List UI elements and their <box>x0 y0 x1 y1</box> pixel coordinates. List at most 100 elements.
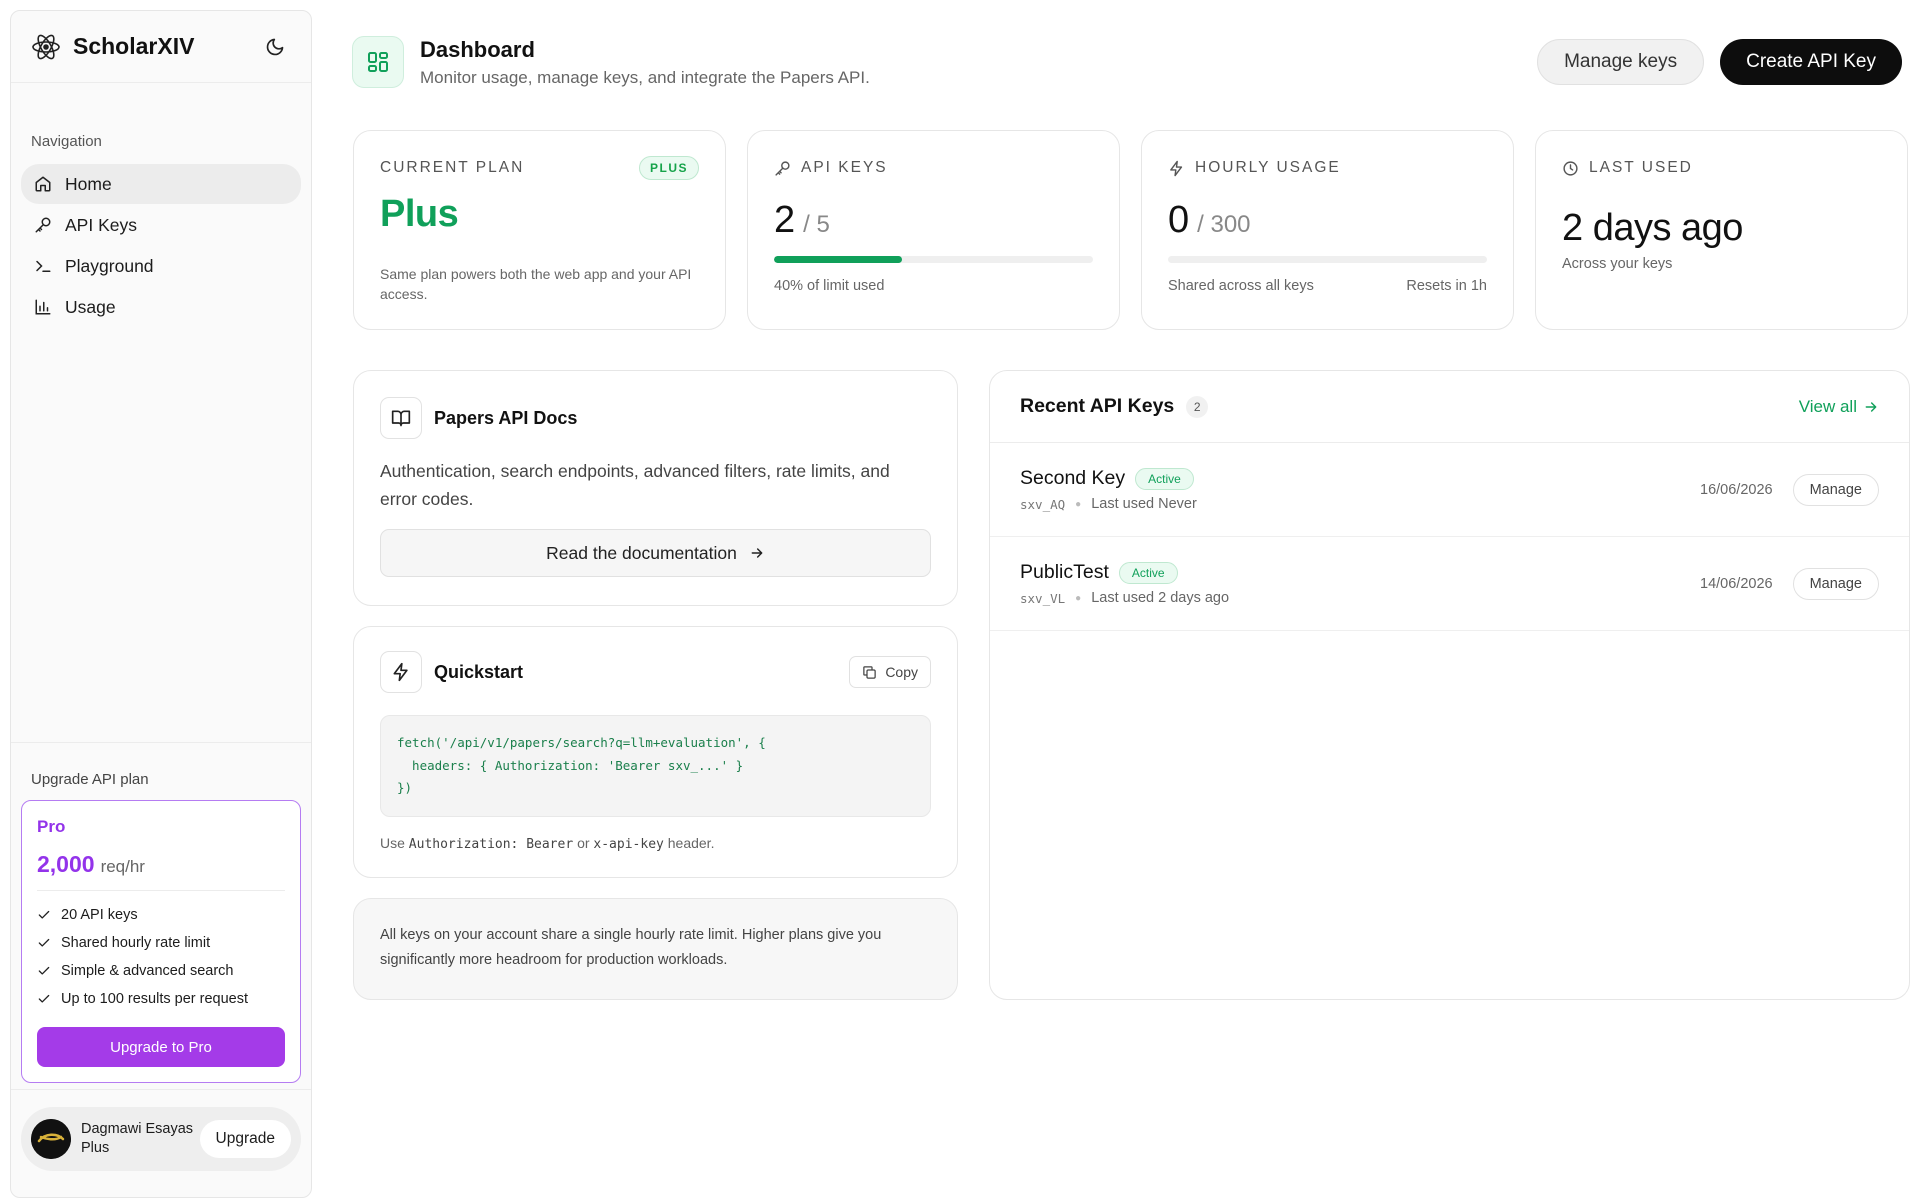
plan-feature: Shared hourly rate limit <box>37 929 285 957</box>
status-badge: Active <box>1118 561 1178 584</box>
bar-chart-icon <box>33 297 53 317</box>
last-used-card: LAST USED 2 days ago Across your keys <box>1535 130 1908 330</box>
moon-icon[interactable] <box>259 31 291 63</box>
api-key-row[interactable]: PublicTest Active sxv_VL ● Last used 2 d… <box>990 537 1909 631</box>
app-name[interactable]: ScholarXIV <box>73 33 259 60</box>
quickstart-head: Quickstart Copy <box>380 651 931 693</box>
user-name: Dagmawi Esayas <box>81 1121 194 1138</box>
sidebar-item-label: Playground <box>65 255 154 276</box>
current-plan-label: CURRENT PLAN <box>380 159 525 176</box>
sidebar: ScholarXIV Navigation Home API Keys Play… <box>10 10 312 1198</box>
hourly-usage-progress <box>1168 256 1487 263</box>
page-subtitle: Monitor usage, manage keys, and integrat… <box>420 67 870 87</box>
code-snippet[interactable]: fetch('/api/v1/papers/search?q=llm+evalu… <box>380 715 931 817</box>
hourly-usage-label: HOURLY USAGE <box>1195 159 1341 176</box>
api-key-date: 16/06/2026 <box>1700 481 1773 498</box>
sidebar-item-api-keys[interactable]: API Keys <box>21 205 301 245</box>
user-upgrade-button[interactable]: Upgrade <box>199 1120 291 1158</box>
manage-keys-button[interactable]: Manage keys <box>1537 39 1705 85</box>
api-keys-usage-text: 40% of limit used <box>774 278 885 294</box>
api-key-last-used: Last used 2 days ago <box>1091 590 1230 606</box>
api-key-name: Second Key <box>1020 467 1126 489</box>
api-key-info: Second Key Active sxv_AQ ● Last used Nev… <box>1020 467 1700 512</box>
create-api-key-button[interactable]: Create API Key <box>1720 39 1902 85</box>
header-text: Dashboard Monitor usage, manage keys, an… <box>420 37 1537 88</box>
api-key-last-used: Last used Never <box>1091 496 1197 512</box>
code-note-prefix: Use <box>380 834 405 851</box>
lightning-icon <box>1170 160 1183 176</box>
sidebar-item-label: API Keys <box>65 214 137 235</box>
recent-keys-count: 2 <box>1186 395 1209 418</box>
quickstart-card: Quickstart Copy fetch('/api/v1/papers/se… <box>353 626 958 878</box>
api-keys-label-row: API KEYS <box>774 157 1093 179</box>
plan-feature-label: 20 API keys <box>61 907 138 923</box>
plan-feature-label: Up to 100 results per request <box>61 991 248 1007</box>
sidebar-item-home[interactable]: Home <box>21 164 301 204</box>
copy-button[interactable]: Copy <box>849 656 931 688</box>
user-card[interactable]: Dagmawi Esayas Plus Upgrade <box>21 1107 301 1171</box>
code-note-header: x-api-key <box>593 836 664 852</box>
sidebar-nav: Navigation Home API Keys Playground Usag… <box>11 133 311 327</box>
current-plan-card: CURRENT PLAN PLUS Plus Same plan powers … <box>353 130 726 330</box>
separator-dot: ● <box>1075 592 1082 604</box>
api-key-name: PublicTest <box>1020 561 1109 583</box>
api-key-info: PublicTest Active sxv_VL ● Last used 2 d… <box>1020 561 1700 606</box>
check-icon <box>38 938 50 947</box>
copy-icon <box>863 665 877 679</box>
plan-rate-value: 2,000 <box>37 851 95 877</box>
sidebar-item-usage[interactable]: Usage <box>21 287 301 327</box>
hourly-usage-count: 0 / 300 <box>1168 199 1487 242</box>
read-docs-button[interactable]: Read the documentation <box>380 529 931 577</box>
separator-dot: ● <box>1075 498 1082 510</box>
hourly-usage-label-row: HOURLY USAGE <box>1168 157 1487 179</box>
api-keys-progress-fill <box>774 256 902 263</box>
manage-key-button[interactable]: Manage <box>1792 473 1879 506</box>
upgrade-heading: Upgrade API plan <box>31 771 149 788</box>
api-key-prefix: sxv_AQ <box>1020 496 1066 512</box>
api-key-row[interactable]: Second Key Active sxv_AQ ● Last used Nev… <box>990 443 1909 537</box>
api-key-meta: sxv_VL ● Last used 2 days ago <box>1020 590 1700 606</box>
plan-feature-label: Shared hourly rate limit <box>61 935 211 951</box>
user-section: Dagmawi Esayas Plus Upgrade <box>11 1089 311 1197</box>
rate-limit-note: All keys on your account share a single … <box>353 898 958 1000</box>
check-icon <box>38 966 50 975</box>
api-key-name-line: Second Key Active <box>1020 467 1700 490</box>
sidebar-item-playground[interactable]: Playground <box>21 246 301 286</box>
hourly-usage-value: 0 <box>1168 199 1190 241</box>
upgrade-to-pro-button[interactable]: Upgrade to Pro <box>37 1027 285 1067</box>
rate-limit-note-text: All keys on your account share a single … <box>380 927 882 969</box>
user-plan: Plus <box>81 1140 110 1156</box>
code-note: Use Authorization: Bearer or x-api-key h… <box>380 835 931 852</box>
last-used-value: 2 days ago <box>1562 207 1743 249</box>
plan-feature: Up to 100 results per request <box>37 985 285 1013</box>
arrow-right-icon <box>751 548 763 558</box>
recent-keys-title: Recent API Keys <box>1020 395 1175 417</box>
hourly-usage-foot: Shared across all keys Resets in 1h <box>1168 278 1487 294</box>
api-key-name-line: PublicTest Active <box>1020 561 1700 584</box>
plan-name: Pro <box>37 817 66 836</box>
user-info: Dagmawi Esayas Plus <box>81 1120 200 1158</box>
quickstart-title: Quickstart <box>434 661 524 682</box>
docs-card-head: Papers API Docs <box>380 397 931 439</box>
view-all-link[interactable]: View all <box>1799 397 1879 417</box>
plan-rate: 2,000 req/hr <box>37 851 285 891</box>
nav-heading: Navigation <box>31 133 102 150</box>
view-all-label: View all <box>1798 396 1857 416</box>
manage-key-button[interactable]: Manage <box>1792 567 1879 600</box>
avatar[interactable] <box>31 1119 71 1159</box>
hourly-usage-shared-text: Shared across all keys <box>1168 278 1314 294</box>
docs-card: Papers API Docs Authentication, search e… <box>353 370 958 606</box>
page-header: Dashboard Monitor usage, manage keys, an… <box>352 34 1902 90</box>
home-icon <box>33 174 53 194</box>
current-plan-value: Plus <box>380 193 459 235</box>
hourly-usage-card: HOURLY USAGE 0 / 300 Shared across all k… <box>1141 130 1514 330</box>
terminal-icon <box>33 256 53 276</box>
pro-plan-card: Pro 2,000 req/hr 20 API keys Shared hour… <box>21 800 301 1083</box>
atom-logo-icon[interactable] <box>31 32 61 62</box>
upgrade-section: Upgrade API plan Pro 2,000 req/hr 20 API… <box>11 742 311 1083</box>
recent-keys-card: Recent API Keys 2 View all Second Key Ac… <box>989 370 1910 1000</box>
last-used-label-row: LAST USED <box>1562 157 1881 179</box>
recent-keys-head: Recent API Keys 2 View all <box>990 371 1909 443</box>
docs-desc: Authentication, search endpoints, advanc… <box>380 461 890 509</box>
book-icon <box>380 397 422 439</box>
